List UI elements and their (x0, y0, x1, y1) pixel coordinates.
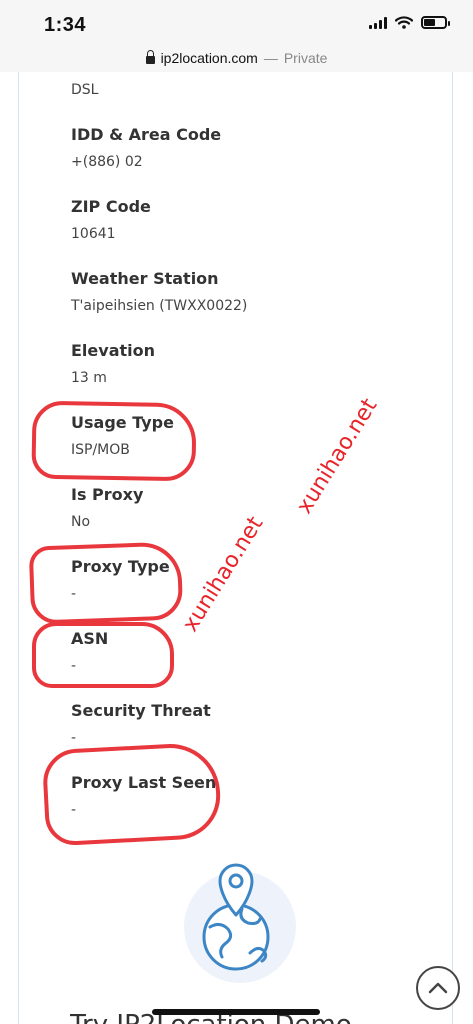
field-idd-area-code: IDD & Area Code +(886) 02 (71, 125, 401, 170)
annotation-asn (32, 622, 174, 688)
field-label: ZIP Code (71, 197, 151, 216)
field-is-proxy: Is Proxy No (71, 485, 401, 530)
field-net-speed: DSL (71, 82, 401, 98)
globe-pin-icon (180, 855, 300, 985)
url-separator: — (263, 50, 278, 66)
field-value: 13 m (71, 370, 107, 386)
wifi-icon (395, 16, 413, 29)
chevron-up-icon (428, 982, 448, 994)
field-label: Weather Station (71, 269, 219, 288)
url-bar[interactable]: ip2location.com — Private (0, 44, 473, 72)
lock-icon (145, 50, 155, 64)
cellular-signal-icon (369, 16, 387, 29)
status-time: 1:34 (44, 14, 87, 36)
annotation-proxy-last-seen (41, 741, 223, 847)
annotation-usage-type (31, 400, 197, 482)
card-border-right (452, 72, 453, 1024)
status-bar: 1:34 (0, 0, 473, 44)
battery-icon (421, 16, 450, 29)
field-label: Is Proxy (71, 485, 144, 504)
field-value: 10641 (71, 226, 116, 242)
url-domain: ip2location.com (160, 50, 258, 66)
card-border-left (18, 72, 19, 1024)
field-label: Security Threat (71, 701, 211, 720)
field-value: - (71, 730, 77, 746)
field-label: IDD & Area Code (71, 125, 222, 144)
url-private-label: Private (283, 50, 328, 66)
field-elevation: Elevation 13 m (71, 341, 401, 386)
field-label: Elevation (71, 341, 156, 360)
status-icons (369, 16, 450, 29)
field-weather-station: Weather Station T'aipeihsien (TWXX0022) (71, 269, 401, 314)
home-indicator[interactable] (152, 1009, 320, 1015)
field-zip-code: ZIP Code 10641 (71, 197, 401, 242)
annotation-proxy-type (28, 541, 184, 625)
field-security-threat: Security Threat - (71, 701, 401, 746)
scroll-top-button[interactable] (416, 966, 460, 1010)
field-value: DSL (71, 82, 99, 98)
field-value: T'aipeihsien (TWXX0022) (71, 298, 248, 314)
field-value: +(886) 02 (71, 154, 143, 170)
